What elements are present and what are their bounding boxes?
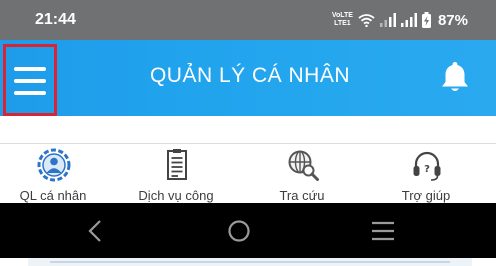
home-circle-icon[interactable] bbox=[224, 218, 254, 244]
page-title: QUẢN LÝ CÁ NHÂN bbox=[149, 64, 351, 87]
status-time: 21:44 bbox=[35, 11, 76, 28]
bottom-content-peek bbox=[0, 258, 496, 266]
nav-label-ql-ca-nhan: QL cá nhân bbox=[19, 188, 87, 203]
menu-button[interactable] bbox=[3, 44, 57, 116]
status-bar: 21:44 VoLTE LTE1 87% bbox=[0, 0, 496, 40]
content-peek-line bbox=[50, 261, 450, 263]
content-divider bbox=[0, 143, 496, 144]
nav-label-tra-cuu: Tra cứu bbox=[279, 188, 325, 203]
battery-percent: 87% bbox=[437, 11, 468, 29]
recents-lines-icon[interactable] bbox=[368, 218, 398, 244]
headset-icon: ? bbox=[413, 151, 441, 181]
volte-indicator: VoLTE LTE1 bbox=[331, 12, 353, 27]
system-nav-bar bbox=[0, 203, 496, 258]
nav-item-tra-cuu[interactable]: Tra cứu bbox=[247, 148, 357, 203]
status-icons: VoLTE LTE1 87% bbox=[332, 10, 468, 30]
back-chevron-icon[interactable] bbox=[81, 218, 111, 244]
nav-item-ql-ca-nhan[interactable]: QL cá nhân bbox=[0, 148, 108, 203]
nav-item-dich-vu-cong[interactable]: Dịch vụ công bbox=[121, 148, 231, 203]
hamburger-menu-icon bbox=[14, 67, 46, 95]
battery-charging-icon bbox=[421, 12, 431, 28]
nav-label-dich-vu-cong: Dịch vụ công bbox=[138, 188, 214, 203]
nav-item-tro-giup[interactable]: ? Trợ giúp bbox=[371, 148, 481, 203]
signal-icon-sim2 bbox=[400, 13, 417, 27]
wifi-icon bbox=[358, 14, 375, 27]
nav-label-tro-giup: Trợ giúp bbox=[401, 188, 451, 203]
person-gear-icon bbox=[37, 148, 71, 182]
bell-icon bbox=[442, 62, 468, 91]
notification-button[interactable] bbox=[439, 60, 471, 94]
document-icon bbox=[167, 149, 187, 180]
globe-search-icon bbox=[288, 150, 319, 181]
signal-icon-sim1 bbox=[379, 13, 396, 27]
svg-text:?: ? bbox=[424, 164, 430, 175]
app-bar: QUẢN LÝ CÁ NHÂN bbox=[0, 40, 496, 116]
